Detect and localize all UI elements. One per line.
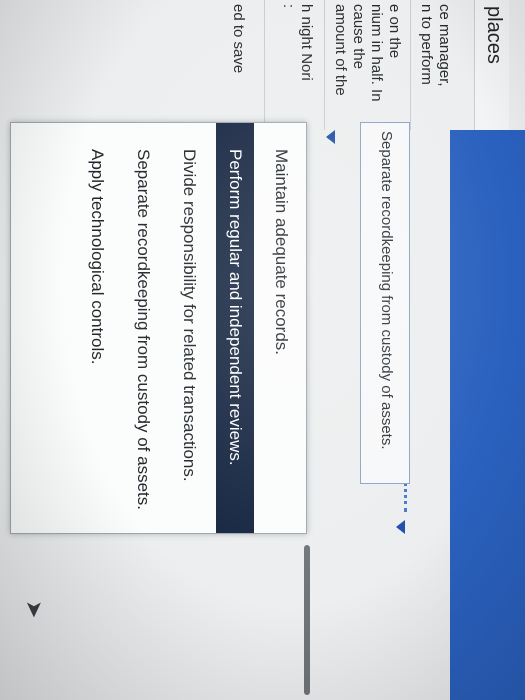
dropdown-option[interactable]: Maintain adequate records. bbox=[262, 123, 300, 533]
left-column-line: : bbox=[280, 4, 297, 9]
left-column-line: cause the bbox=[350, 4, 367, 70]
left-column-line: ed to save bbox=[230, 4, 247, 74]
dropdown-menu: Maintain adequate records. Perform regul… bbox=[10, 122, 307, 534]
left-column-line: ce manager, bbox=[436, 4, 453, 87]
chevron-down-icon bbox=[326, 130, 335, 144]
left-column-line: e on the bbox=[386, 4, 403, 59]
left-column: ce manager, n to perform e on the nium i… bbox=[0, 0, 475, 130]
rotated-screen: places ce manager, n to perform e on the… bbox=[0, 0, 525, 700]
header-bar bbox=[450, 130, 525, 700]
dropdown-arrow-icon[interactable] bbox=[396, 520, 405, 534]
left-column-line: nium in half. In bbox=[368, 4, 385, 102]
column-header-label: places bbox=[483, 6, 505, 64]
dropdown-option-highlighted[interactable]: Perform regular and independent reviews. bbox=[216, 123, 254, 533]
dropdown-option[interactable]: Divide responsibility for related transa… bbox=[170, 123, 208, 533]
left-column-line: h night Nori bbox=[298, 4, 315, 81]
scrollbar[interactable] bbox=[304, 545, 310, 695]
left-column-line: n to perform bbox=[418, 4, 435, 85]
column-header: places bbox=[474, 0, 509, 130]
divider bbox=[264, 0, 265, 130]
dropdown-option[interactable]: Separate recordkeeping from custody of a… bbox=[124, 123, 162, 533]
left-column-line: amount of the bbox=[332, 4, 349, 96]
divider bbox=[410, 0, 411, 130]
dropdown-option[interactable]: Apply technological controls. bbox=[78, 123, 116, 533]
answer-select-value: Separate recordkeeping from custody of a… bbox=[378, 131, 395, 450]
divider bbox=[324, 0, 325, 130]
mouse-cursor-icon: ➤ bbox=[22, 600, 47, 619]
answer-select[interactable]: Separate recordkeeping from custody of a… bbox=[360, 122, 410, 484]
